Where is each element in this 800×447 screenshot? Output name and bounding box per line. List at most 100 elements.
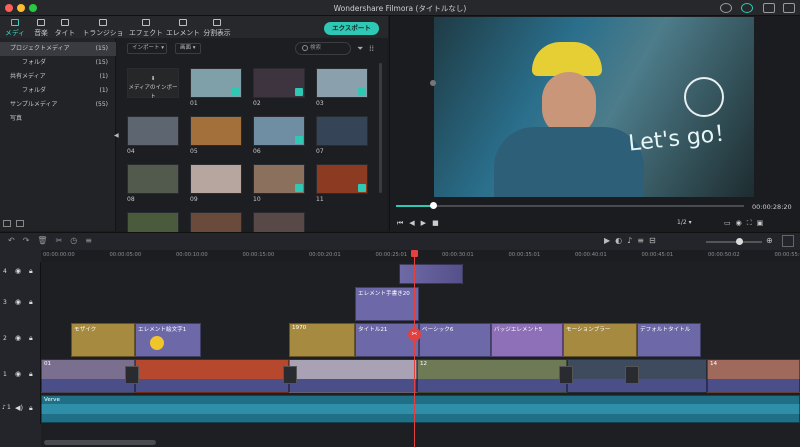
playhead-handle[interactable] <box>411 250 418 257</box>
library-scrollbar[interactable] <box>379 63 382 193</box>
eye-icon[interactable]: ◉ <box>15 298 21 306</box>
filter-icon[interactable]: ⏷ <box>357 44 363 54</box>
title-clip[interactable]: タイトル21 <box>355 323 419 357</box>
thumbnail-label: 08 <box>127 196 135 203</box>
lock-icon[interactable]: 🔒︎ <box>29 370 33 379</box>
eye-icon[interactable]: ◉ <box>15 370 21 378</box>
preview-tools[interactable]: ▭◉⛶▣ <box>724 219 768 228</box>
clip-label: バッジエレメント5 <box>494 327 543 333</box>
timeline-ruler[interactable]: 00:00:00:00 00:00:05:00 00:00:10:00 00:00:1… <box>41 250 800 262</box>
sidebar-item-count: (15) <box>95 59 108 66</box>
playback-controls[interactable]: ⏮◀▶■ <box>397 219 445 228</box>
media-thumbnail[interactable] <box>127 164 179 194</box>
save-icon[interactable] <box>783 3 795 13</box>
preview-progress[interactable] <box>396 205 744 207</box>
media-thumbnail[interactable] <box>190 116 242 146</box>
video-clip[interactable]: 01 <box>41 359 135 393</box>
track-number: 2 <box>3 335 7 342</box>
collapse-panel-icon[interactable]: ◀ <box>114 132 119 139</box>
folder-icon[interactable] <box>16 220 24 227</box>
media-thumbnail[interactable] <box>316 164 368 194</box>
support-icon[interactable] <box>741 3 753 13</box>
preview-handle[interactable] <box>430 80 436 86</box>
split-icon[interactable]: ✂ <box>408 328 421 341</box>
media-thumbnail[interactable] <box>253 68 305 98</box>
tab-media[interactable]: メディア <box>2 16 28 47</box>
sidebar-item-label: プロジェクトメディア <box>10 45 70 52</box>
progress-handle[interactable] <box>430 202 437 209</box>
sidebar-item-label: 写真 <box>10 115 23 122</box>
tab-effects[interactable]: エフェクト <box>128 16 164 38</box>
effect-clip[interactable]: モーションブラー <box>563 323 637 357</box>
lock-icon[interactable]: 🔒︎ <box>29 267 33 276</box>
timeline-scrollbar[interactable] <box>44 440 156 445</box>
zoom-in-icon[interactable]: ⊕ <box>766 236 773 245</box>
zoom-slider[interactable] <box>706 238 762 245</box>
new-folder-icon[interactable] <box>3 220 11 227</box>
video-preview[interactable]: Let's go！ <box>434 17 754 197</box>
title-clip[interactable]: デフォルトタイトル <box>637 323 701 357</box>
eye-icon[interactable]: ◉ <box>15 334 21 342</box>
element-clip[interactable]: エレメント絵文字1 <box>135 323 201 357</box>
playhead[interactable] <box>414 250 415 447</box>
zoom-slider-handle[interactable] <box>736 238 743 245</box>
ruler-label: 00:00:55:02 <box>774 252 800 258</box>
lock-icon[interactable]: 🔒︎ <box>29 404 33 413</box>
sidebar-item-shared-media[interactable]: 共有メディア (1) <box>0 70 116 84</box>
tab-titles[interactable]: タイトル <box>52 16 78 47</box>
transition-marker[interactable] <box>625 366 639 384</box>
transition-marker[interactable] <box>125 366 139 384</box>
view-dropdown[interactable]: 画面 ▾ <box>175 43 201 54</box>
ruler-label: 00:00:15:00 <box>242 252 275 258</box>
tab-split-screen[interactable]: 分割表示 <box>202 16 232 38</box>
effect-clip[interactable]: 1970 <box>289 323 355 357</box>
element-clip[interactable]: エレメント手書き20 <box>355 287 419 321</box>
grid-view-icon[interactable]: ⁞⁞ <box>369 44 374 53</box>
sidebar-item-project-media[interactable]: プロジェクトメディア (15) <box>0 42 116 56</box>
ruler-label: 00:00:50:02 <box>708 252 740 258</box>
search-placeholder: 検索 <box>310 45 322 51</box>
media-thumbnail[interactable] <box>316 68 368 98</box>
media-thumbnail[interactable] <box>316 116 368 146</box>
title-clip[interactable]: ベーシック6 <box>419 323 491 357</box>
import-dropdown[interactable]: インポート ▾ <box>127 43 167 54</box>
view-dropdown-label: 画面 <box>180 45 192 51</box>
video-clip[interactable]: 14 <box>707 359 800 393</box>
sidebar-item-sample-media[interactable]: サンプルメディア (55) <box>0 98 116 112</box>
timeline-tools[interactable]: ▶◐♪≡⊟ <box>604 236 661 245</box>
account-icon[interactable] <box>720 3 732 13</box>
ratio-dropdown[interactable]: 1/2 ▾ <box>677 219 692 226</box>
export-button[interactable]: エクスポート <box>324 22 379 35</box>
tab-transitions[interactable]: トランジション <box>80 16 126 47</box>
video-clip[interactable]: 12 <box>417 359 567 393</box>
media-thumbnail[interactable] <box>253 164 305 194</box>
sidebar-item-folder[interactable]: フォルダ (15) <box>0 56 116 70</box>
transition-marker[interactable] <box>559 366 573 384</box>
media-thumbnail[interactable] <box>190 164 242 194</box>
lock-icon[interactable]: 🔒︎ <box>29 298 33 307</box>
import-media-tile[interactable]: ⬇ メディアのインポート <box>127 68 179 100</box>
media-thumbnail[interactable] <box>190 68 242 98</box>
ruler-label: 00:00:35:01 <box>508 252 541 258</box>
lock-icon[interactable]: 🔒︎ <box>29 334 33 343</box>
element-clip[interactable]: バッジエレメント5 <box>491 323 563 357</box>
sidebar-item-count: (1) <box>99 73 109 80</box>
tab-elements[interactable]: エレメント <box>165 16 201 38</box>
media-thumbnail[interactable] <box>253 116 305 146</box>
notification-icon[interactable] <box>763 3 775 13</box>
audio-clip[interactable]: Verve <box>41 395 800 423</box>
layout-icon[interactable] <box>782 235 794 247</box>
effect-clip[interactable]: モザイク <box>71 323 135 357</box>
eye-icon[interactable]: ◉ <box>15 267 21 275</box>
edit-tools[interactable]: ↶↷🗑✂◷≡ <box>8 236 100 245</box>
video-clip[interactable] <box>399 264 463 284</box>
sidebar-item-photos[interactable]: 写真 <box>0 112 116 126</box>
tab-music[interactable]: 音楽 <box>30 16 52 38</box>
sidebar-item-shared-folder[interactable]: フォルダ (1) <box>0 84 116 98</box>
video-clip[interactable] <box>289 359 417 393</box>
speaker-icon[interactable]: ◀) <box>15 404 23 412</box>
transition-marker[interactable] <box>283 366 297 384</box>
media-thumbnail[interactable] <box>127 116 179 146</box>
video-clip[interactable] <box>135 359 289 393</box>
audio-track: Verve <box>41 394 800 424</box>
